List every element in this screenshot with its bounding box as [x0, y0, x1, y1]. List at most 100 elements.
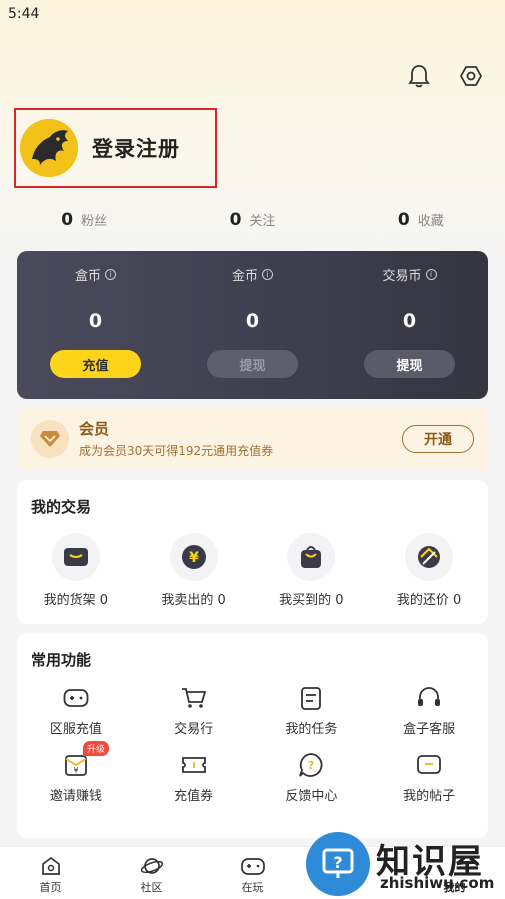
func-my-posts[interactable]: 我的帖子 [370, 751, 488, 804]
functions-grid: 区服充值 交易行 我的任务 盒子客服 升级 ¥ 邀请赚钱 充值券 ? 反馈中心 … [17, 670, 488, 804]
tab-label: 在玩 [241, 881, 264, 894]
avatar[interactable] [20, 119, 78, 177]
func-recharge-voucher[interactable]: 充值券 [135, 751, 253, 804]
trade-label: 我的还价 0 [396, 593, 462, 608]
withdraw-gold-button[interactable]: 提现 [207, 350, 298, 378]
trade-item-shelf[interactable]: 我的货架 0 [17, 533, 135, 608]
trade-label: 我买到的 0 [279, 593, 344, 608]
svg-text:?: ? [333, 853, 342, 872]
gamepad-icon [240, 858, 265, 875]
trade-item-bought[interactable]: 我买到的 0 [253, 533, 371, 608]
func-my-tasks[interactable]: 我的任务 [253, 684, 371, 737]
wallet-gold-coin: 金币 i 0 提现 [174, 251, 331, 399]
wallet-box-coin: 盒币 i 0 充值 [17, 251, 174, 399]
stat-fans[interactable]: 0 粉丝 [0, 210, 168, 230]
wallet-label: 交易币 i [382, 265, 437, 284]
task-list-icon [297, 684, 325, 712]
login-register-block[interactable]: 登录注册 [14, 108, 217, 188]
header-actions [405, 62, 485, 90]
trade-label: 我卖出的 0 [161, 593, 226, 608]
func-invite-earn[interactable]: 升级 ¥ 邀请赚钱 [17, 741, 135, 804]
settings-icon[interactable] [457, 62, 485, 90]
func-server-recharge[interactable]: 区服充值 [17, 684, 135, 737]
info-icon[interactable]: i [262, 269, 273, 280]
open-vip-button[interactable]: 开通 [402, 424, 474, 453]
func-label: 交易行 [174, 722, 214, 737]
wallet-value: 0 [88, 310, 103, 332]
func-label: 反馈中心 [285, 789, 338, 804]
user-stats: 0 粉丝 0 关注 0 收藏 [0, 210, 505, 230]
watermark-url: zhishiwu.com [380, 874, 495, 892]
wallet-label: 金币 i [232, 265, 273, 284]
stat-label: 收藏 [417, 214, 444, 229]
section-title: 我的交易 [31, 498, 92, 516]
info-icon[interactable]: i [105, 269, 116, 280]
bargain-icon [405, 533, 454, 581]
func-label: 我的帖子 [403, 789, 456, 804]
svg-text:¥: ¥ [189, 550, 199, 566]
stat-label: 关注 [249, 214, 276, 229]
upgrade-badge: 升级 [83, 741, 110, 756]
wallet-value: 0 [402, 310, 417, 332]
headset-icon [415, 684, 443, 712]
stat-following[interactable]: 0 关注 [168, 210, 336, 230]
wallet-label-text: 交易币 [382, 269, 422, 284]
recharge-button[interactable]: 充值 [50, 350, 141, 378]
info-icon[interactable]: i [425, 269, 437, 280]
svg-text:¥: ¥ [73, 766, 78, 775]
stat-value: 0 [229, 210, 242, 230]
ticket-icon [180, 751, 208, 779]
section-title: 常用功能 [31, 651, 92, 669]
watermark-logo-icon: ? [306, 832, 370, 896]
watermark: ? 知识屋 zhishiwu.com [306, 830, 505, 899]
stat-favorites[interactable]: 0 收藏 [337, 210, 505, 230]
vip-subtitle: 成为会员30天可得192元通用充值券 [79, 444, 274, 458]
func-label: 区服充值 [49, 722, 102, 737]
tab-playing[interactable]: 在玩 [202, 847, 303, 899]
stat-label: 粉丝 [81, 214, 108, 229]
yuan-coin-icon: ¥ [169, 533, 218, 581]
func-label: 邀请赚钱 [49, 789, 102, 804]
stat-value: 0 [397, 210, 410, 230]
shopping-bag-icon [287, 533, 336, 581]
trade-label: 我的货架 0 [43, 593, 109, 608]
func-label: 充值券 [174, 789, 214, 804]
svg-text:?: ? [308, 759, 314, 772]
tab-community[interactable]: 社区 [101, 847, 202, 899]
stat-value: 0 [61, 210, 74, 230]
wallet-label: 盒币 i [75, 265, 116, 284]
wallet-value: 0 [245, 310, 260, 332]
vip-texts: 会员 成为会员30天可得192元通用充值券 [79, 418, 402, 459]
gamepad-icon [62, 684, 90, 712]
vip-title: 会员 [79, 420, 110, 438]
func-trading-house[interactable]: 交易行 [135, 684, 253, 737]
shelf-icon [51, 533, 100, 581]
wallet-trade-coin: 交易币 i 0 提现 [331, 251, 488, 399]
post-icon [415, 751, 443, 779]
cart-icon [180, 684, 208, 712]
wallet-label-text: 金币 [231, 269, 258, 284]
tab-label: 首页 [39, 881, 62, 894]
withdraw-trade-button[interactable]: 提现 [364, 350, 455, 378]
common-functions-card: 常用功能 区服充值 交易行 我的任务 盒子客服 升级 ¥ 邀请赚钱 充值券 ? … [17, 633, 488, 838]
feedback-icon: ? [297, 751, 325, 779]
wallet-label-text: 盒币 [74, 269, 101, 284]
func-label: 盒子客服 [403, 722, 456, 737]
bell-icon[interactable] [405, 62, 433, 90]
trade-grid: 我的货架 0 ¥ 我卖出的 0 我买到的 0 我的还价 0 [17, 517, 488, 608]
home-icon [41, 856, 60, 875]
trade-item-counteroffer[interactable]: 我的还价 0 [370, 533, 488, 608]
diamond-icon [31, 419, 69, 458]
status-bar-time: 5:44 [8, 6, 40, 22]
vip-banner[interactable]: 会员 成为会员30天可得192元通用充值券 开通 [17, 407, 488, 470]
wallet-card: 盒币 i 0 充值 金币 i 0 提现 交易币 i 0 提现 [17, 251, 488, 399]
func-label: 我的任务 [285, 722, 338, 737]
func-customer-service[interactable]: 盒子客服 [370, 684, 488, 737]
my-trade-card: 我的交易 我的货架 0 ¥ 我卖出的 0 我买到的 0 我的还价 0 [17, 480, 488, 624]
tab-label: 社区 [140, 881, 163, 894]
func-feedback[interactable]: ? 反馈中心 [253, 751, 371, 804]
planet-icon [140, 858, 163, 874]
trade-item-sold[interactable]: ¥ 我卖出的 0 [135, 533, 253, 608]
login-register-label[interactable]: 登录注册 [92, 133, 180, 163]
tab-home[interactable]: 首页 [0, 847, 101, 899]
